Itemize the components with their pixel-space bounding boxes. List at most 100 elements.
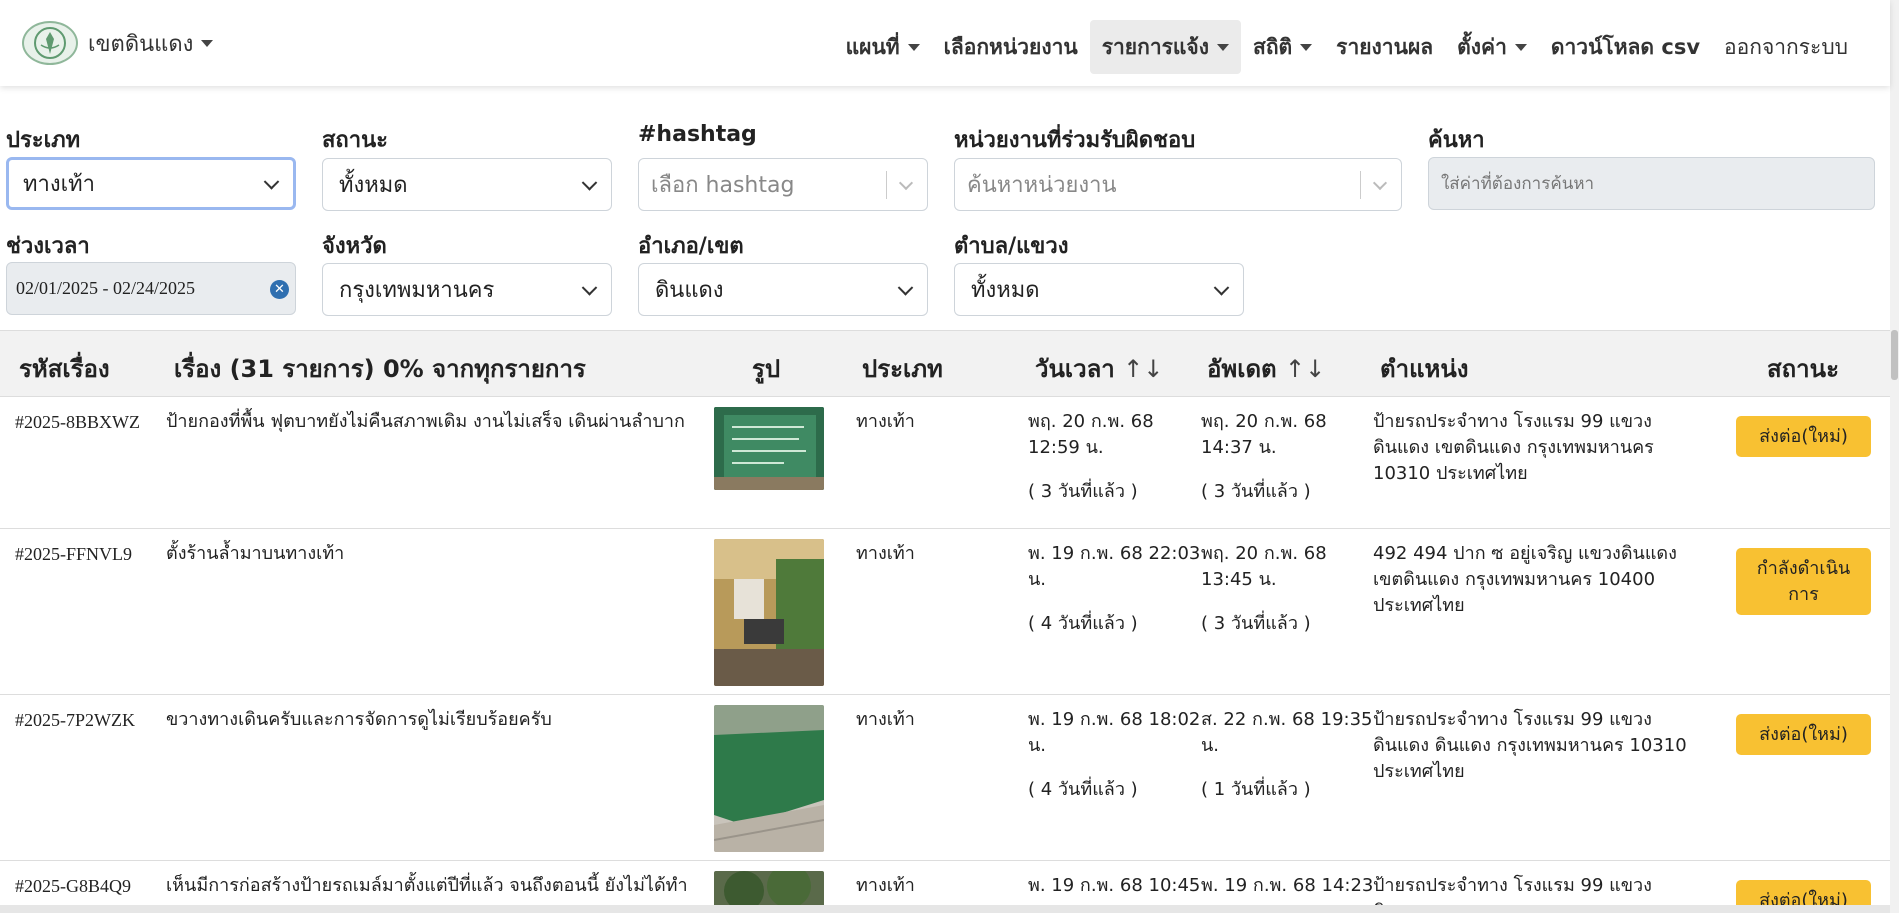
status-badge[interactable]: ส่งต่อ(ใหม่) — [1736, 416, 1871, 457]
search-placeholder: ใส่ค่าที่ต้องการค้นหา — [1441, 174, 1595, 194]
subdistrict-select-value: ทั้งหมด — [971, 278, 1040, 303]
agency-select[interactable]: ค้นหาหน่วยงาน — [954, 158, 1402, 211]
report-location: ป้ายรถประจำทาง โรงแรม 99 แขวงดินแดง ดินแ… — [1373, 709, 1687, 782]
table-row[interactable]: #2025-FFNVL9 ตั้งร้านล้ำมาบนทางเท้า ทางเ… — [0, 529, 1890, 695]
relative-time: ( 4 วันที่แล้ว ) — [1028, 613, 1138, 634]
report-subject[interactable]: เห็นมีการก่อสร้างป้ายรถเมล์มาตั้งแต่ปีที… — [166, 873, 706, 899]
agency-label: หน่วยงานที่ร่วมรับผิดชอบ — [954, 128, 1196, 153]
type-label: ประเภท — [6, 128, 81, 153]
report-datetime: พ. 19 ก.พ. 68 22:03 น. ( 4 วันที่แล้ว ) — [1028, 541, 1203, 637]
type-select[interactable]: ทางเท้า — [6, 157, 296, 210]
relative-time: ( 3 วันที่แล้ว ) — [1201, 481, 1311, 502]
report-type: ทางเท้า — [856, 875, 915, 896]
report-datetime: พฤ. 20 ก.พ. 68 12:59 น. ( 3 วันที่แล้ว ) — [1028, 409, 1188, 505]
header-subject: เรื่อง (31 รายการ) 0% จากทุกรายการ — [174, 355, 586, 383]
report-image[interactable] — [714, 705, 824, 852]
report-location: 492 494 ปาก ซ อยู่เจริญ แขวงดินแดง เขตดิ… — [1373, 543, 1677, 616]
report-subject[interactable]: ป้ายกองที่พื้น ฟุตบาทยังไม่คืนสภาพเดิม ง… — [166, 409, 706, 435]
logo — [22, 21, 78, 65]
divider — [1360, 171, 1361, 199]
report-updated: พฤ. 20 ก.พ. 68 14:37 น. ( 3 วันที่แล้ว ) — [1201, 409, 1361, 505]
table-header: รหัสเรื่อง เรื่อง (31 รายการ) 0% จากทุกร… — [0, 330, 1890, 397]
table-row[interactable]: #2025-7P2WZK ขวางทางเดินครับและการจัดการ… — [0, 695, 1890, 861]
report-type: ทางเท้า — [856, 411, 915, 432]
photo-thumbnail — [714, 407, 824, 490]
nav-statistics[interactable]: สถิติ — [1241, 20, 1324, 74]
horizontal-scrollbar[interactable] — [0, 905, 1890, 913]
district-select-value: ดินแดง — [655, 278, 724, 303]
relative-time: ( 1 วันที่แล้ว ) — [1201, 779, 1311, 800]
report-subject[interactable]: ตั้งร้านล้ำมาบนทางเท้า — [166, 541, 706, 567]
date-range-input[interactable]: 02/01/2025 - 02/24/2025 ✕ — [6, 262, 296, 315]
photo-thumbnail — [714, 539, 824, 686]
scroll-thumb[interactable] — [1891, 330, 1898, 380]
province-select-value: กรุงเทพมหานคร — [339, 278, 495, 303]
emblem-icon — [34, 27, 66, 59]
report-updated: พฤ. 20 ก.พ. 68 13:45 น. ( 3 วันที่แล้ว ) — [1201, 541, 1361, 637]
header-updated[interactable]: อัพเดต ↑↓ — [1207, 349, 1325, 388]
subdistrict-label: ตำบล/แขวง — [954, 234, 1069, 259]
status-select-value: ทั้งหมด — [339, 173, 408, 198]
report-image[interactable] — [714, 407, 824, 490]
report-code[interactable]: #2025-7P2WZK — [15, 707, 135, 733]
divider — [886, 171, 887, 199]
navbar: เขตดินแดง แผนที่ เลือกหน่วยงาน รายการแจ้… — [0, 0, 1890, 86]
nav-logout[interactable]: ออกจากระบบ — [1712, 20, 1860, 74]
vertical-scrollbar[interactable] — [1890, 0, 1899, 913]
nav-map[interactable]: แผนที่ — [834, 20, 932, 74]
search-label: ค้นหา — [1428, 128, 1485, 153]
chevron-down-icon — [1372, 175, 1388, 190]
header-datetime[interactable]: วันเวลา ↑↓ — [1035, 349, 1163, 388]
relative-time: ( 3 วันที่แล้ว ) — [1028, 481, 1138, 502]
period-label: ช่วงเวลา — [6, 234, 90, 259]
status-label: สถานะ — [322, 128, 388, 153]
report-code[interactable]: #2025-8BBXWZ — [15, 409, 140, 435]
subdistrict-select[interactable]: ทั้งหมด — [954, 263, 1244, 316]
header-image: รูป — [752, 355, 781, 383]
clear-icon[interactable]: ✕ — [270, 280, 289, 299]
district-select[interactable]: ดินแดง — [638, 263, 928, 316]
status-badge[interactable]: กำลังดำเนินการ — [1736, 548, 1871, 615]
main-nav: แผนที่ เลือกหน่วยงาน รายการแจ้ง สถิติ รา… — [834, 20, 1860, 74]
district-label: อำเภอ/เขต — [638, 234, 744, 259]
photo-thumbnail — [714, 705, 824, 852]
caret-down-icon — [1217, 43, 1229, 51]
report-subject[interactable]: ขวางทางเดินครับและการจัดการดูไม่เรียบร้อ… — [166, 707, 706, 733]
hashtag-placeholder: เลือก hashtag — [651, 173, 795, 198]
province-select[interactable]: กรุงเทพมหานคร — [322, 263, 612, 316]
brand-name: เขตดินแดง — [88, 31, 194, 57]
agency-placeholder: ค้นหาหน่วยงาน — [967, 173, 1117, 198]
nav-results-report[interactable]: รายงานผล — [1324, 20, 1445, 74]
chevron-down-icon — [898, 175, 914, 190]
relative-time: ( 4 วันที่แล้ว ) — [1028, 779, 1138, 800]
nav-reports-list[interactable]: รายการแจ้ง — [1089, 20, 1241, 74]
report-image[interactable] — [714, 539, 824, 686]
sort-icon: ↑↓ — [1123, 355, 1164, 383]
date-range-value: 02/01/2025 - 02/24/2025 — [16, 278, 195, 298]
nav-settings[interactable]: ตั้งค่า — [1445, 20, 1539, 74]
hashtag-select[interactable]: เลือก hashtag — [638, 158, 928, 211]
report-datetime: พ. 19 ก.พ. 68 18:02 น. ( 4 วันที่แล้ว ) — [1028, 707, 1203, 803]
caret-down-icon — [1514, 43, 1527, 51]
relative-time: ( 3 วันที่แล้ว ) — [1201, 613, 1311, 634]
province-label: จังหวัด — [322, 234, 387, 259]
brand-dropdown[interactable]: เขตดินแดง — [22, 21, 214, 65]
type-select-value: ทางเท้า — [23, 172, 95, 197]
chevron-down-icon — [897, 279, 914, 296]
chevron-down-icon — [263, 173, 280, 190]
report-updated: ส. 22 ก.พ. 68 19:35 น. ( 1 วันที่แล้ว ) — [1201, 707, 1376, 803]
nav-download-csv[interactable]: ดาวน์โหลด csv — [1539, 20, 1712, 74]
caret-down-icon — [1300, 43, 1313, 51]
chevron-down-icon — [581, 174, 598, 191]
status-badge[interactable]: ส่งต่อ(ใหม่) — [1736, 714, 1871, 755]
report-code[interactable]: #2025-G8B4Q9 — [15, 873, 131, 899]
nav-select-agency[interactable]: เลือกหน่วยงาน — [932, 20, 1090, 74]
caret-down-icon — [201, 39, 214, 47]
chevron-down-icon — [1213, 279, 1230, 296]
report-code[interactable]: #2025-FFNVL9 — [15, 541, 132, 567]
header-location: ตำแหน่ง — [1380, 355, 1469, 383]
status-select[interactable]: ทั้งหมด — [322, 158, 612, 211]
table-row[interactable]: #2025-8BBXWZ ป้ายกองที่พื้น ฟุตบาทยังไม่… — [0, 397, 1890, 529]
search-input[interactable]: ใส่ค่าที่ต้องการค้นหา — [1428, 157, 1875, 210]
header-type: ประเภท — [862, 355, 943, 383]
